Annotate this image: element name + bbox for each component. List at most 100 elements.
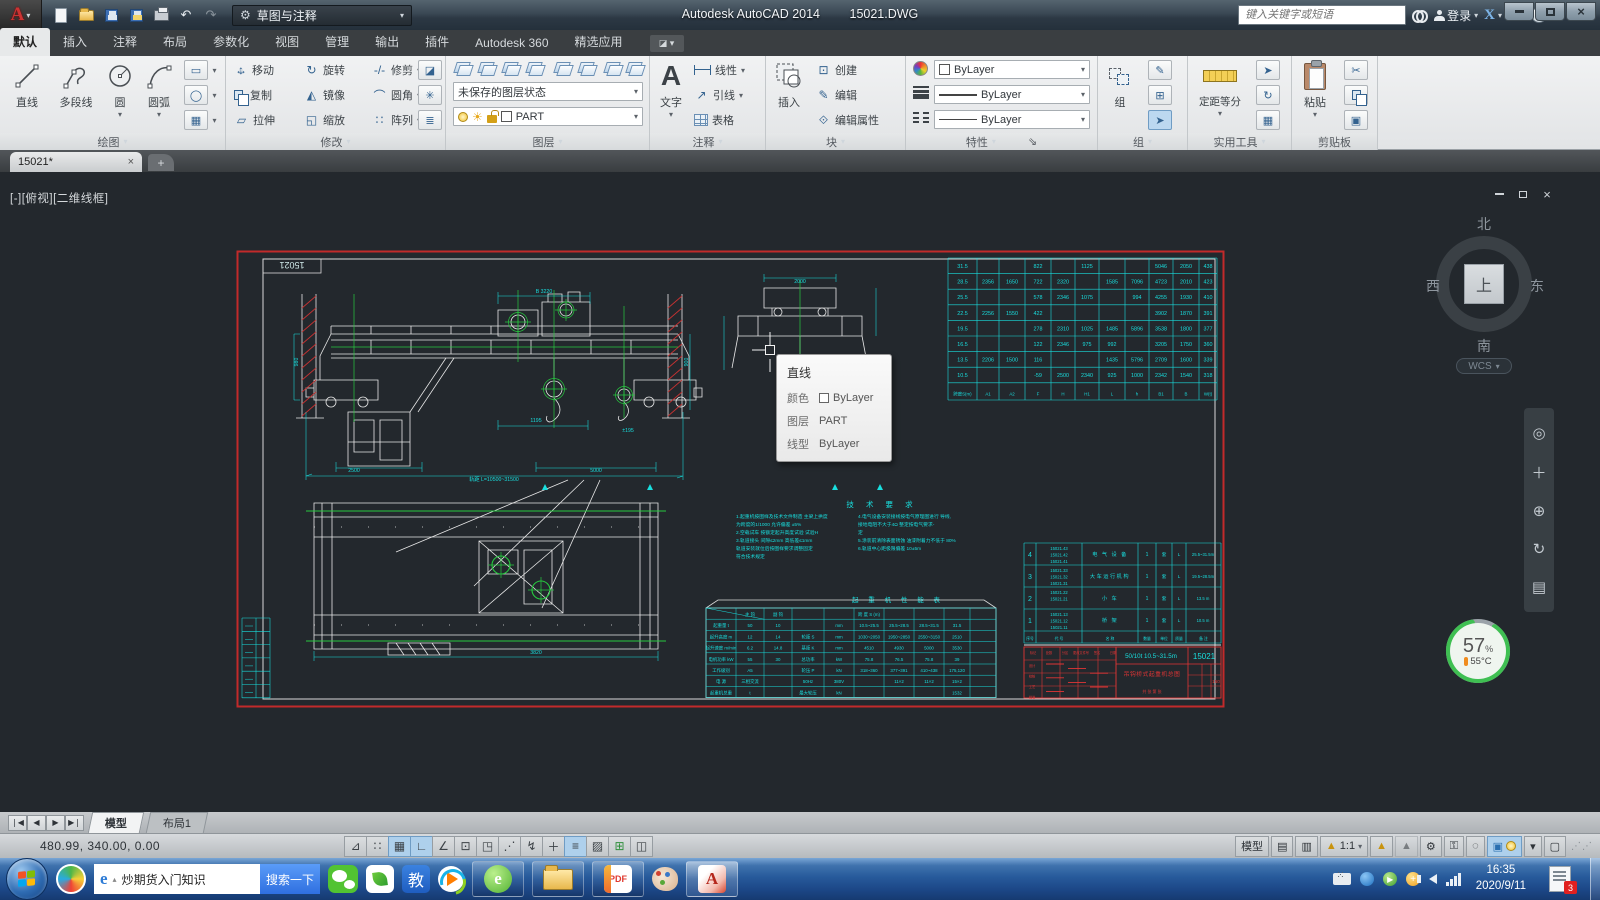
showmotion-icon[interactable]: ▤ (1532, 578, 1546, 596)
pan-icon[interactable]: ＋ (1531, 462, 1546, 483)
toggle-polar-tracking[interactable]: ∠ (432, 836, 455, 857)
open-file-button[interactable] (77, 6, 95, 24)
redo-button[interactable]: ↷ (202, 6, 220, 24)
network-icon[interactable] (1446, 873, 1461, 886)
mirror-button[interactable]: ◭镜像 (304, 87, 345, 103)
doc-restore-button[interactable] (1516, 188, 1530, 200)
compass-south[interactable]: 南 (1477, 336, 1491, 356)
zoom-icon[interactable]: ⊕ (1533, 502, 1546, 520)
taskbar-search-button[interactable]: 搜索一下 (260, 864, 320, 894)
tray-blue-icon[interactable] (1360, 872, 1374, 886)
group-edit-button[interactable]: ⊞ (1148, 85, 1172, 105)
taskbar-pdf-app[interactable]: PDF (592, 861, 644, 897)
create-block-button[interactable]: ⊡创建 (816, 62, 857, 78)
linear-dim-button[interactable]: 线性▾ (694, 62, 745, 78)
table-button[interactable]: 表格 (694, 112, 734, 128)
point-style-button[interactable]: ↻ (1256, 85, 1280, 105)
tab-model[interactable]: 模型 (88, 812, 144, 833)
compass-north[interactable]: 北 (1477, 214, 1491, 234)
coordinate-readout[interactable]: 480.99, 340.00, 0.00 (0, 839, 230, 853)
layer-dropdown[interactable]: ☀ PART▾ (453, 107, 643, 126)
taskbar-360-browser[interactable]: e (472, 861, 524, 897)
ungroup-button[interactable]: ✎ (1148, 60, 1172, 80)
tab-output[interactable]: 输出 (362, 28, 412, 56)
plot-button[interactable] (152, 6, 170, 24)
input-method-icon[interactable] (1333, 873, 1351, 885)
color-dropdown[interactable]: ByLayer▾ (934, 60, 1090, 79)
annotation-visibility-button[interactable]: ▲ (1370, 836, 1393, 857)
view-cube[interactable]: 北 西 东 南 上 WCS▾ (1420, 212, 1550, 382)
viewport-controls-label[interactable]: [-][俯视][二维线框] (10, 190, 109, 206)
scale-button[interactable]: ◱缩放 (304, 112, 345, 128)
taskbar-tencent-video[interactable] (438, 861, 464, 897)
show-desktop-button[interactable] (1590, 858, 1600, 900)
last-tab-button[interactable]: ▶❘ (65, 815, 84, 831)
taskbar-autocad[interactable]: A (686, 861, 738, 897)
group-button[interactable]: 组 (1100, 58, 1140, 110)
tab-featured-apps[interactable]: 精选应用 (562, 28, 636, 56)
start-button[interactable] (6, 858, 48, 900)
tab-insert[interactable]: 插入 (50, 28, 100, 56)
paste-button[interactable]: 粘贴▾ (1294, 58, 1336, 119)
toggle-3d-object-snap[interactable]: ◳ (476, 836, 499, 857)
taskbar-wechat[interactable] (328, 861, 358, 897)
undo-button[interactable]: ↶ (177, 6, 195, 24)
exchange-apps-button[interactable]: X▾ (1484, 7, 1502, 24)
tab-view[interactable]: 视图 (262, 28, 312, 56)
panel-title-modify[interactable]: 修改▾ (226, 133, 445, 150)
lineweight-dropdown[interactable]: ByLayer▾ (934, 85, 1090, 104)
panel-title-groups[interactable]: 组▾ (1098, 133, 1187, 150)
insert-block-button[interactable]: 插入 (768, 58, 810, 110)
edit-block-button[interactable]: ✎编辑 (816, 87, 857, 103)
panel-title-block[interactable]: 块▾ (766, 133, 905, 150)
linetype-icon[interactable] (913, 112, 929, 123)
doc-minimize-button[interactable] (1492, 188, 1506, 200)
taskbar-clock[interactable]: 16:35 2020/9/11 (1476, 863, 1526, 894)
compass-west[interactable]: 西 (1426, 276, 1440, 296)
lock-ui-button[interactable]: ⚿ (1444, 836, 1464, 857)
toggle-dynamic-ucs[interactable]: ↯ (520, 836, 543, 857)
ellipse-flyout[interactable]: ▾ (209, 85, 220, 105)
group-selection-toggle[interactable]: ➤ (1148, 110, 1172, 130)
clean-screen-button[interactable]: ▢ (1544, 836, 1566, 857)
taskbar-jiao-app[interactable]: 教 (402, 861, 430, 897)
paste-special-button[interactable]: ▣ (1344, 110, 1368, 130)
trim-button[interactable]: -/-修剪▾ (372, 62, 421, 78)
resize-grip[interactable]: ⋰⋰ (1568, 841, 1596, 852)
file-tab-15021[interactable]: 15021* × (10, 152, 142, 172)
annotation-scale-button[interactable]: ▲1:1▾ (1320, 836, 1368, 857)
toggle-infer-constraints[interactable]: ⊿ (344, 836, 367, 857)
quick-view-layouts-button[interactable]: ▤ (1271, 836, 1293, 857)
isolate-objects-button[interactable]: ◌ (1466, 836, 1485, 857)
prev-tab-button[interactable]: ◀ (27, 815, 46, 831)
leader-button[interactable]: ↗引线▾ (694, 87, 743, 103)
tab-layout[interactable]: 布局 (150, 28, 200, 56)
erase-button[interactable]: ◪ (418, 60, 442, 80)
next-tab-button[interactable]: ▶ (46, 815, 65, 831)
tab-plugins[interactable]: 插件 (412, 28, 462, 56)
toggle-dynamic-input[interactable]: ＋ (542, 836, 565, 857)
tab-autodesk360[interactable]: Autodesk 360 (462, 31, 561, 56)
hatch-flyout[interactable]: ▾ (209, 110, 220, 130)
workspace-switching-button[interactable]: ⚙ (1420, 836, 1442, 857)
taskbar-explorer[interactable] (532, 861, 584, 897)
search-binoculars-icon[interactable] (1412, 9, 1428, 21)
copy-clip-button[interactable] (1344, 85, 1368, 105)
taskbar-leaf-app[interactable] (366, 861, 394, 897)
ribbon-display-toggle[interactable]: ◪ ▾ (650, 35, 684, 52)
minimize-button[interactable] (1504, 2, 1534, 21)
tab-parametric[interactable]: 参数化 (200, 28, 262, 56)
text-button[interactable]: A 文字▾ (652, 58, 690, 119)
model-space-button[interactable]: 模型 (1235, 836, 1269, 857)
save-button[interactable] (102, 6, 120, 24)
file-tab-close-icon[interactable]: × (128, 156, 134, 168)
panel-title-draw[interactable]: 绘图▾ (0, 133, 225, 150)
maximize-button[interactable] (1535, 2, 1565, 21)
tray-notes-icon[interactable]: 3 (1549, 866, 1571, 892)
drawing-viewport[interactable]: [-][俯视][二维线框] × 15021 (0, 172, 1600, 812)
volume-icon[interactable] (1429, 874, 1437, 884)
panel-title-utilities[interactable]: 实用工具▾ (1188, 133, 1291, 150)
linetype-dropdown[interactable]: ByLayer▾ (934, 110, 1090, 129)
toggle-selection-cycling[interactable]: ◫ (630, 836, 653, 857)
orbit-icon[interactable]: ↻ (1533, 540, 1546, 558)
